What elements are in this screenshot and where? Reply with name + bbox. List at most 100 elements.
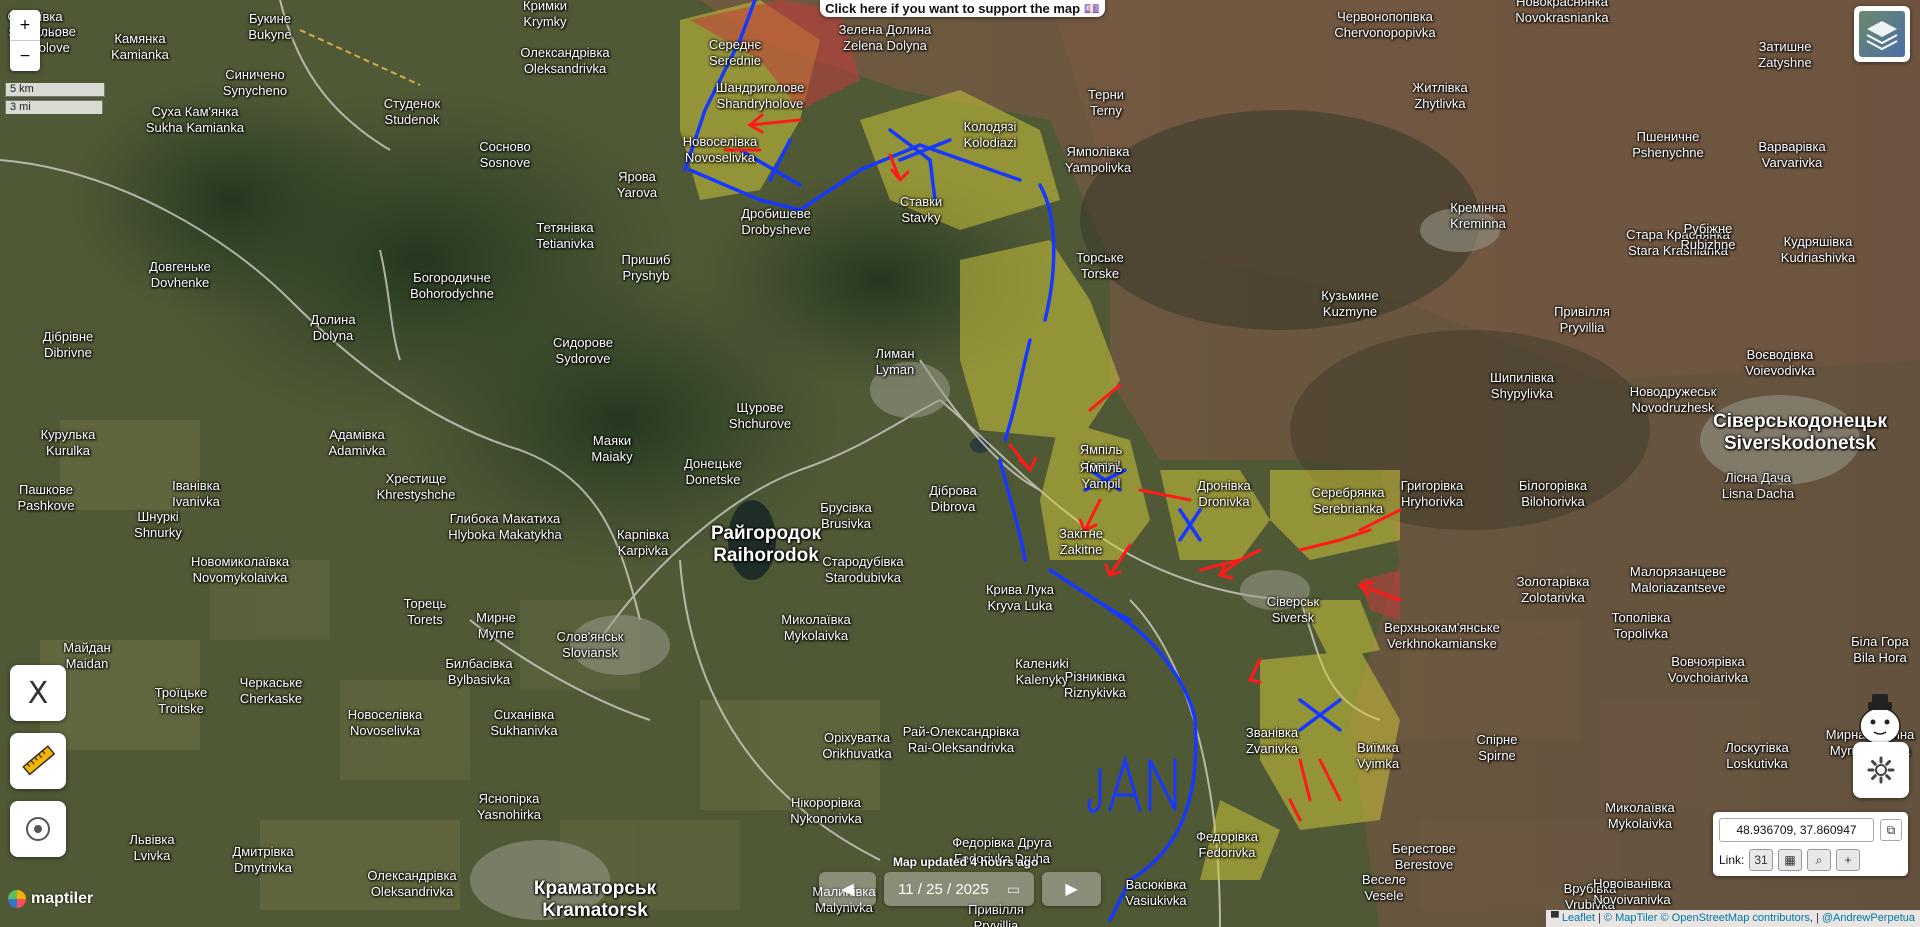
place-label: Григорівка Hryhorivka <box>1401 478 1464 510</box>
place-name-uk: Звaнівка <box>1245 725 1299 740</box>
place-name-uk: Торець <box>403 596 447 611</box>
place-label: Троїцьке Troitske <box>155 685 208 717</box>
place-name-en: Topolivka <box>1613 626 1669 641</box>
place-name-en: Torske <box>1080 266 1120 281</box>
place-label: Веселе Vesele <box>1362 872 1406 904</box>
date-value: 11 / 25 / 2025 <box>898 880 989 898</box>
measure-button[interactable] <box>10 733 66 789</box>
zoom-in-button[interactable]: + <box>10 10 40 40</box>
place-name-en: Yampolivka <box>1064 160 1132 175</box>
place-name-en: Dolyna <box>312 328 354 343</box>
place-name-en: Zolotarivka <box>1521 590 1585 605</box>
calendar-link-button[interactable]: 31 <box>1749 849 1773 871</box>
next-day-button[interactable]: ▶ <box>1042 872 1101 906</box>
place-name-en: Siverskodonetsk <box>1723 433 1877 454</box>
place-name-uk: Сухa Кам'янка <box>151 104 239 119</box>
place-name-uk: Сосново <box>479 139 531 154</box>
place-label: Сидорове Sydorove <box>553 335 613 367</box>
place-name-en: Zhytlivka <box>1414 96 1466 111</box>
author-link[interactable]: @AndrewPerpetua <box>1822 912 1915 924</box>
place-label: Львівка Lvivka <box>129 832 174 864</box>
place-label: Біла Гора Bila Hora <box>1851 634 1909 666</box>
place-name-uk: Кузьмине <box>1321 288 1379 303</box>
place-name-en: Rai-Oleksandrivka <box>907 740 1015 755</box>
coordinates-field[interactable] <box>1719 818 1874 842</box>
marker-link-button[interactable]: + <box>1836 849 1860 871</box>
place-name-uk: Стародубівка <box>822 554 904 569</box>
place-name-uk: Колодязі <box>963 119 1017 134</box>
place-name-en: Oleksandrivka <box>523 61 607 76</box>
place-label: Букине Bukyne <box>248 11 291 43</box>
place-name-en: Kramatorsk <box>542 900 648 921</box>
place-name-uk: Студенок <box>383 96 441 111</box>
place-name-uk: Карпівка <box>616 527 670 542</box>
place-name-en: Bohorodychne <box>410 286 494 301</box>
locate-button[interactable] <box>10 801 66 857</box>
place-label: Долина Dolyna <box>310 312 355 344</box>
place-name-en: Novokrasnianka <box>1515 10 1609 25</box>
magnifier-icon: ⌕ <box>1815 853 1823 867</box>
layers-button[interactable] <box>1854 6 1910 62</box>
place-label: Дмитрівка Dmytrivka <box>232 844 293 876</box>
date-picker[interactable]: 11 / 25 / 2025 ▭ <box>884 872 1034 906</box>
place-name-en: Stavky <box>901 210 941 225</box>
place-label: Сіверськ Siversk <box>1267 594 1319 626</box>
place-name-en: Kolodiazi <box>963 135 1017 150</box>
place-name-uk: Синичено <box>225 67 285 82</box>
place-label: Сосново Sosnove <box>479 139 531 171</box>
map-link-button[interactable]: ▦ <box>1778 849 1802 871</box>
place-label: Варварівка Varvarivka <box>1758 139 1825 171</box>
place-name-uk: Пшеничне <box>1636 129 1700 144</box>
copy-coordinates-button[interactable]: ⧉ <box>1880 819 1902 841</box>
place-name-en: Sloviansk <box>562 645 618 660</box>
place-name-uk: Щурове <box>736 400 784 415</box>
place-name-en: Hryhorivka <box>1400 494 1464 509</box>
place-name-uk: Ямпіль <box>1079 442 1123 457</box>
zoom-link-button[interactable]: ⌕ <box>1807 849 1831 871</box>
place-name-en: Serednie <box>708 53 762 68</box>
place-name-uk: Миколаївка <box>781 612 851 627</box>
place-name-en: Oleksandrivka <box>370 884 454 899</box>
place-name-uk: Ямпіль <box>1079 460 1123 475</box>
place-name-en: Hlyboka Makatykha <box>448 527 562 542</box>
place-label: Донецьке Donetske <box>684 456 742 488</box>
place-label: Середнє Serednie <box>709 37 761 69</box>
crosshair-icon: + <box>1844 853 1852 867</box>
place-label: Тетянівка Tetianivka <box>536 220 594 252</box>
place-label: Дробишеве Drobysheve <box>741 206 811 238</box>
place-name-en: Bilohorivka <box>1521 494 1585 509</box>
place-name-en: Studenok <box>384 112 440 127</box>
place-label: Студенок Studenok <box>384 96 440 128</box>
place-name-uk: Житлівка <box>1412 80 1468 95</box>
place-label: Олександрівка Oleksandrivka <box>367 868 456 900</box>
place-label: Пришиб Pryshyb <box>622 252 671 284</box>
place-label: Новодружеськ Novodruzhesk <box>1630 384 1717 416</box>
place-label: Новоіванівка Novoivanivka <box>1593 876 1671 908</box>
x-share-button[interactable]: X <box>10 665 66 721</box>
place-name-uk: Федорівка Друга <box>952 835 1052 850</box>
place-name-uk: Олександрівка <box>520 45 610 60</box>
place-name-uk: Серебрянка <box>1311 485 1385 500</box>
place-name-en: Voievodivka <box>1745 363 1815 378</box>
zoom-control: + − <box>10 10 40 71</box>
maptiler-logo[interactable]: maptiler <box>8 890 93 908</box>
osm-link[interactable]: © OpenStreetMap contributors <box>1661 912 1810 924</box>
place-name-uk: Миколаївка <box>1605 800 1675 815</box>
clipboard-icon: ⧉ <box>1886 823 1896 837</box>
place-name-en: Dovhenke <box>150 275 210 290</box>
previous-day-button[interactable]: ◀ <box>819 872 876 906</box>
maptiler-link[interactable]: © MapTiler <box>1604 912 1658 924</box>
settings-button[interactable] <box>1853 742 1909 798</box>
place-name-uk: Ярова <box>618 169 656 184</box>
leaflet-link[interactable]: Leaflet <box>1562 912 1595 924</box>
place-label: Різниківка Riznykivka <box>1064 669 1126 701</box>
place-name-uk: Кремінна <box>1450 200 1506 215</box>
map-view[interactable]: СергіївкаSerhiivkaПольовеPoloveКамянкаKa… <box>0 0 1920 927</box>
place-name-en: Kreminna <box>1450 216 1506 231</box>
maptiler-logo-icon <box>8 890 26 908</box>
zoom-out-button[interactable]: − <box>10 40 40 71</box>
place-name-en: Shypylivka <box>1490 386 1554 401</box>
place-name-en: Berestove <box>1394 857 1454 872</box>
support-button[interactable]: Click here if you want to support the ma… <box>820 0 1105 17</box>
place-name-uk: Дробишеве <box>741 206 811 221</box>
